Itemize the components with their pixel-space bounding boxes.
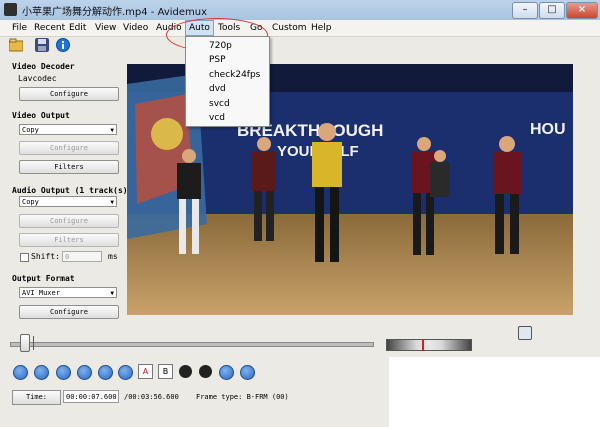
save-icon[interactable] [35, 38, 49, 52]
prev-frame-button[interactable] [77, 365, 92, 380]
shift-value: 0 [65, 253, 70, 261]
menu-custom[interactable]: Custom [269, 21, 309, 35]
blank-area [389, 357, 600, 427]
goto-start-button[interactable] [199, 365, 212, 378]
auto-menu-item-vcd[interactable]: vcd [209, 113, 225, 123]
close-button[interactable]: × [566, 2, 598, 19]
jog-indicator [422, 339, 424, 351]
toolbar [0, 36, 600, 56]
maximize-button[interactable]: □ [539, 2, 565, 19]
menu-bar: File Recent Edit View Video Audio Auto T… [0, 20, 600, 37]
time-button[interactable]: Time: [12, 390, 61, 405]
video-decoder-heading: Video Decoder [12, 62, 75, 71]
output-format-heading: Output Format [12, 274, 75, 283]
shift-checkbox[interactable] [20, 253, 29, 262]
next-keyframe-button[interactable] [118, 365, 133, 380]
menu-edit[interactable]: Edit [66, 21, 89, 35]
timeline-slider-thumb[interactable] [20, 334, 30, 352]
output-format-selected: AVI Muxer [22, 289, 60, 297]
prev-keyframe-button[interactable] [98, 365, 113, 380]
goto-end-button[interactable] [219, 365, 234, 380]
jog-shuttle[interactable] [386, 339, 472, 351]
audio-output-filters-button[interactable]: Filters [19, 233, 119, 247]
app-window: 小苹果广场舞分解动作.mp4 - Avidemux – □ × File Rec… [0, 0, 600, 427]
left-panel: Video Decoder Lavcodec Configure Video O… [0, 56, 132, 331]
video-output-select[interactable]: Copy ▼ [19, 124, 117, 135]
auto-menu-item-psp[interactable]: PSP [209, 55, 226, 65]
auto-menu-item-720p[interactable]: 720p [209, 41, 232, 51]
rewind-button[interactable] [34, 365, 49, 380]
chevron-down-icon: ▼ [110, 290, 114, 297]
output-format-select[interactable]: AVI Muxer ▼ [19, 287, 117, 298]
open-folder-icon[interactable] [9, 38, 23, 52]
marker-a-button[interactable]: A [138, 364, 153, 379]
menu-help[interactable]: Help [308, 21, 335, 35]
auto-menu-item-svcd[interactable]: svcd [209, 99, 230, 109]
audio-output-selected: Copy [22, 198, 39, 206]
menu-recent[interactable]: Recent [31, 21, 68, 35]
marker-b-button[interactable]: B [158, 364, 173, 379]
video-output-configure-button[interactable]: Configure [19, 141, 119, 155]
chevron-down-icon: ▼ [110, 199, 114, 206]
banner-right: HOU [530, 121, 566, 138]
info-icon[interactable] [56, 38, 70, 52]
back-button[interactable] [56, 365, 71, 380]
auto-menu-item-dvd[interactable]: dvd [209, 84, 226, 94]
video-output-filters-button[interactable]: Filters [19, 160, 119, 174]
output-format-configure-button[interactable]: Configure [19, 305, 119, 319]
timeline-slider[interactable] [10, 342, 374, 347]
shift-input[interactable]: 0 [62, 251, 102, 262]
app-icon [4, 3, 17, 16]
play-button[interactable] [13, 365, 28, 380]
total-time: /00:03:56.600 [124, 393, 179, 401]
video-decoder-codec: Lavcodec [18, 74, 57, 83]
next-frame-button[interactable] [240, 365, 255, 380]
title-bar: 小苹果广场舞分解动作.mp4 - Avidemux – □ × [0, 0, 600, 21]
video-decoder-configure-button[interactable]: Configure [19, 87, 119, 101]
video-output-selected: Copy [22, 126, 39, 134]
chevron-down-icon: ▼ [110, 127, 114, 134]
frame-type: Frame type: B-FRM (00) [196, 393, 289, 401]
menu-file[interactable]: File [9, 21, 30, 35]
video-output-heading: Video Output [12, 111, 70, 120]
audio-output-select[interactable]: Copy ▼ [19, 196, 117, 207]
audio-output-configure-button[interactable]: Configure [19, 214, 119, 228]
auto-menu-item-check24fps[interactable]: check24fps [209, 70, 260, 80]
timeline-marker [33, 336, 34, 350]
stop-button[interactable] [179, 365, 192, 378]
auto-menu-dropdown: 720p PSP check24fps dvd svcd vcd [185, 36, 270, 127]
window-title: 小苹果广场舞分解动作.mp4 - Avidemux [22, 7, 208, 18]
current-time-field[interactable]: 00:00:07.600 [63, 390, 119, 403]
menu-video[interactable]: Video [120, 21, 151, 35]
menu-view[interactable]: View [92, 21, 119, 35]
shift-unit: ms [108, 252, 118, 261]
shift-label: Shift: [31, 252, 60, 261]
zoom-icon[interactable] [518, 326, 532, 340]
minimize-button[interactable]: – [512, 2, 538, 19]
audio-output-heading: Audio Output (1 track(s)) [12, 186, 133, 195]
